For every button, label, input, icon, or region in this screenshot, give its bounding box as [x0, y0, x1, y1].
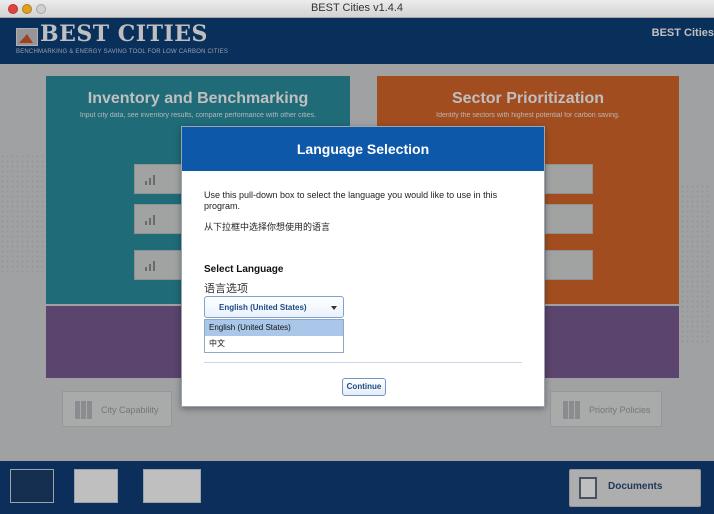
window-title: BEST Cities v1.4.4 [310, 2, 404, 14]
window-titlebar: BEST Cities v1.4.4 [0, 0, 714, 18]
language-select[interactable]: English (United States) [204, 296, 344, 318]
language-option-english[interactable]: English (United States) [205, 320, 343, 336]
chevron-down-icon [331, 306, 337, 310]
language-option-chinese[interactable]: 中文 [205, 336, 343, 352]
select-language-label: Select Language [204, 264, 284, 275]
dialog-instruction-zh: 从下拉框中选择你想使用的语言 [204, 222, 331, 232]
language-select-value: English (United States) [219, 303, 307, 312]
select-language-label-zh: 语言选项 [204, 283, 248, 295]
continue-button[interactable]: Continue [342, 378, 386, 396]
language-dropdown-list: English (United States) 中文 [204, 319, 344, 353]
dialog-instruction-en: Use this pull-down box to select the lan… [204, 190, 498, 211]
language-selection-dialog: Language Selection Use this pull-down bo… [181, 126, 545, 407]
dialog-title: Language Selection [182, 127, 544, 171]
dialog-divider [204, 362, 522, 363]
